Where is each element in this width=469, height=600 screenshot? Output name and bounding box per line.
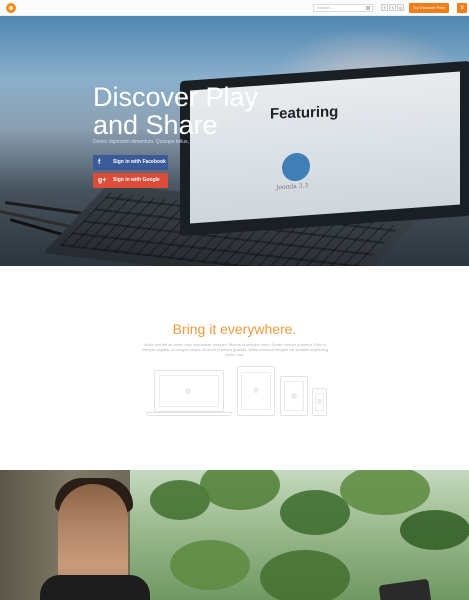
small-tablet-device-icon: [280, 376, 308, 416]
google-plus-icon[interactable]: g: [397, 4, 404, 11]
section-title: Bring it everywhere.: [172, 321, 297, 337]
sign-in-facebook-button[interactable]: f Sign in with Facebook: [93, 155, 168, 170]
hero-subtitle: Donec dignissim dimentum. Quisque tellus…: [93, 139, 266, 145]
lifestyle-photo: [0, 470, 469, 600]
hero-title-line2: and Share: [93, 110, 218, 140]
search-placeholder: Search...: [317, 5, 334, 10]
laptop-device-icon: [154, 370, 224, 412]
laptop-base-icon: [146, 412, 232, 416]
sign-in-google-button[interactable]: g+ Sign in with Google: [93, 173, 168, 188]
page: Search... f t g Try Discover Free ≡ Feat…: [0, 0, 469, 600]
top-navbar: Search... f t g Try Discover Free ≡: [0, 0, 469, 16]
search-icon[interactable]: [366, 6, 370, 10]
hero-banner: Featuring Joomla 3.3 Discover Play and S…: [0, 16, 469, 266]
devices-section: Bring it everywhere. Nulla sed elit sit …: [0, 266, 469, 470]
menu-icon[interactable]: ≡: [457, 3, 467, 13]
phone-device-icon: [312, 388, 327, 416]
logo-icon[interactable]: [6, 3, 16, 13]
twitter-icon[interactable]: t: [389, 4, 396, 11]
facebook-button-label: Sign in with Facebook: [113, 159, 166, 165]
hero-title: Discover Play and Share: [93, 83, 293, 139]
facebook-icon[interactable]: f: [381, 4, 388, 11]
search-input[interactable]: Search...: [313, 4, 373, 12]
tablet-device-icon: [237, 366, 275, 416]
person-shirt-image: [40, 575, 150, 600]
hero-title-line1: Discover Play: [93, 82, 259, 112]
try-free-button[interactable]: Try Discover Free: [409, 3, 449, 13]
handheld-device-image: [378, 578, 432, 600]
google-plus-icon: g+: [98, 177, 107, 184]
joomla-badge-icon: [282, 152, 310, 183]
google-button-label: Sign in with Google: [113, 177, 160, 183]
section-body: Nulla sed elit sit amet nunc accumsan al…: [141, 342, 329, 357]
facebook-icon: f: [98, 159, 101, 166]
screen-badge-text: Joomla 3.3: [276, 182, 309, 192]
